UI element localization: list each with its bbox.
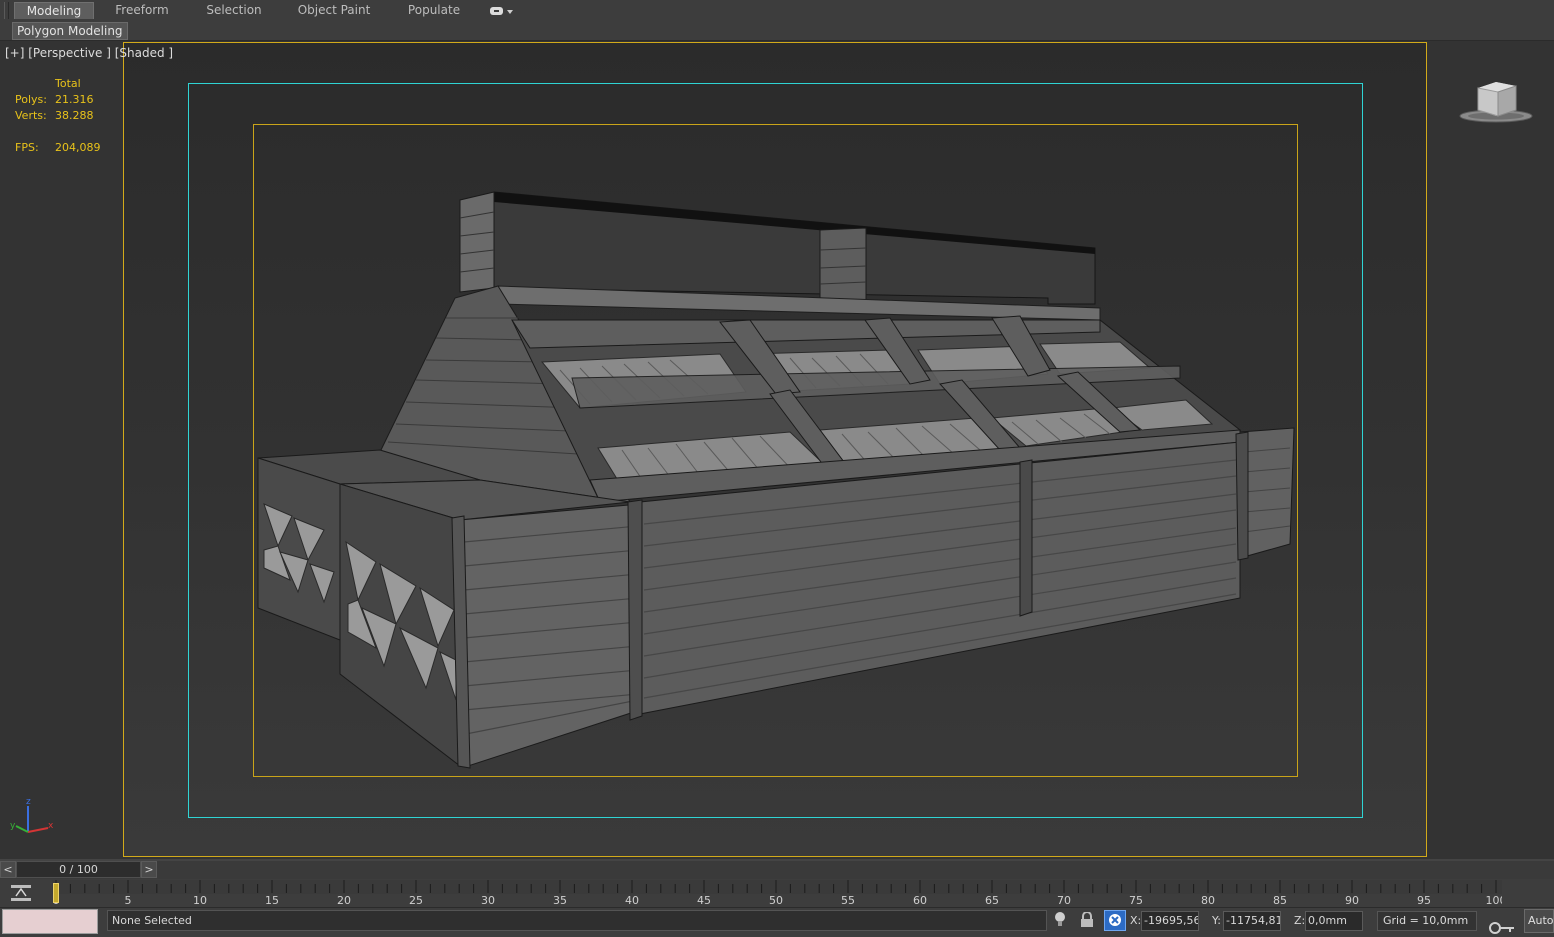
time-slider-label: 0 / 100 <box>59 863 98 876</box>
timeline-tick-label: 65 <box>985 894 999 906</box>
timeline-tick-label: 70 <box>1057 894 1071 906</box>
axis-y-label: y <box>10 821 16 831</box>
auto-key-button[interactable]: Auto <box>1524 909 1554 933</box>
chevron-down-icon <box>507 10 513 14</box>
next-frame-button[interactable]: > <box>141 861 157 878</box>
timeline-tick-label: 40 <box>625 894 639 906</box>
stats-fps-value: 204,089 <box>55 141 101 154</box>
axis-z-label: z <box>26 797 31 807</box>
timeline-tick-label: 95 <box>1417 894 1431 906</box>
stats-polys-label: Polys: <box>15 93 47 106</box>
timeline-tick-label: 80 <box>1201 894 1215 906</box>
time-slider-bar <box>0 861 1554 879</box>
z-coord-field[interactable]: 0,0mm <box>1305 911 1363 931</box>
y-coord-field[interactable]: -11754,816 <box>1223 911 1281 931</box>
tab-freeform[interactable]: Freeform <box>104 2 180 19</box>
stats-fps-label: FPS: <box>15 141 39 154</box>
maxscript-listener-swatch[interactable] <box>2 909 98 934</box>
timeline-tick-label: 50 <box>769 894 783 906</box>
stats-verts-value: 38.288 <box>55 109 94 122</box>
timeline-tick-label: 100 <box>1486 894 1503 906</box>
selection-status-text: None Selected <box>112 914 192 927</box>
ribbon-panel: Polygon Modeling <box>0 21 1554 41</box>
lock-icon[interactable] <box>1080 912 1094 928</box>
grid-size-display: Grid = 10,0mm <box>1377 911 1477 931</box>
stats-header: Total <box>55 77 81 90</box>
y-coord-label: Y: <box>1212 914 1221 927</box>
timeline-tick-label: 5 <box>125 894 132 906</box>
timeline-tick-label: 85 <box>1273 894 1287 906</box>
panel-polygon-modeling[interactable]: Polygon Modeling <box>12 22 128 40</box>
timeline-tick-label: 90 <box>1345 894 1359 906</box>
timeline-tick-label: 30 <box>481 894 495 906</box>
timeline-tick-label: 25 <box>409 894 423 906</box>
ribbon-toggle-icon <box>490 7 503 15</box>
viewport-statistics: Total Polys: 21.316 Verts: 38.288 FPS: 2… <box>15 76 115 166</box>
isolate-selection-icon[interactable] <box>1053 911 1067 929</box>
ribbon-tab-bar: Modeling Freeform Selection Object Paint… <box>0 0 1554 22</box>
timeline-tick-label: 60 <box>913 894 927 906</box>
timeline-tick-label: 45 <box>697 894 711 906</box>
timeline-tick-label: 15 <box>265 894 279 906</box>
tab-modeling[interactable]: Modeling <box>14 2 94 19</box>
x-coord-field[interactable]: -19695,562 <box>1141 911 1199 931</box>
produce-stand-model[interactable] <box>250 180 1310 780</box>
timeline-tick-label: 55 <box>841 894 855 906</box>
x-coord-label: X: <box>1130 914 1142 927</box>
current-frame-marker[interactable] <box>53 883 59 903</box>
timeline-tick-label: 20 <box>337 894 351 906</box>
tab-populate[interactable]: Populate <box>398 2 470 19</box>
curve-editor-icon[interactable] <box>10 884 32 902</box>
ribbon-options-icon[interactable] <box>488 3 516 18</box>
timeline-tick-label: 35 <box>553 894 567 906</box>
timeline-tick-label: 75 <box>1129 894 1143 906</box>
tab-selection[interactable]: Selection <box>196 2 272 19</box>
viewcube-icon[interactable] <box>1458 78 1534 128</box>
z-coord-label: Z: <box>1294 914 1306 927</box>
set-key-icon[interactable] <box>1488 918 1516 934</box>
stats-verts-label: Verts: <box>15 109 47 122</box>
timeline-tick-label: 10 <box>193 894 207 906</box>
tab-object-paint[interactable]: Object Paint <box>288 2 380 19</box>
timeline-ruler[interactable]: 0510152025303540455055606570758085909510… <box>52 880 1502 906</box>
previous-frame-button[interactable]: < <box>0 861 16 878</box>
ribbon-grip-handle[interactable] <box>4 2 9 19</box>
absolute-mode-toggle-icon[interactable] <box>1104 910 1126 931</box>
selection-status-field <box>107 910 1047 931</box>
axis-tripod-icon: z x y <box>10 797 54 833</box>
viewport-label-menu[interactable]: [+] [Perspective ] [Shaded ] <box>5 46 173 60</box>
stats-polys-value: 21.316 <box>55 93 94 106</box>
axis-x-label: x <box>48 821 54 831</box>
